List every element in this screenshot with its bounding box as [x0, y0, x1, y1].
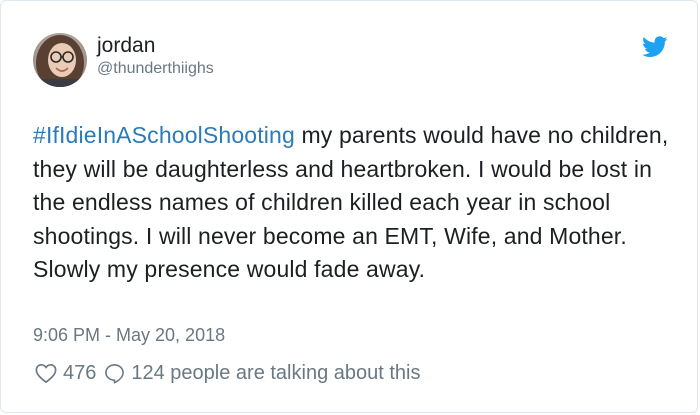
twitter-bird-icon[interactable]	[642, 36, 668, 58]
reply-button[interactable]: 124 people are talking about this	[104, 362, 420, 385]
display-name[interactable]: jordan	[97, 34, 155, 58]
tweet-text: #IfIdieInASchoolShooting my parents woul…	[33, 119, 673, 287]
avatar[interactable]	[33, 33, 87, 87]
tweet-card: jordan @thunderthiighs #IfIdieInASchoolS…	[0, 0, 698, 413]
like-count: 476	[63, 361, 97, 384]
user-handle[interactable]: @thunderthiighs	[97, 59, 214, 79]
avatar-image	[33, 33, 87, 87]
tweet-timestamp[interactable]: 9:06 PM - May 20, 2018	[33, 323, 225, 347]
tweet-actions: 476 124 people are talking about this	[35, 360, 420, 386]
heart-icon	[35, 363, 57, 383]
like-button[interactable]: 476	[35, 362, 104, 385]
hashtag-link[interactable]: #IfIdieInASchoolShooting	[33, 122, 295, 148]
speech-bubble-icon	[105, 363, 125, 383]
talking-about-label: 124 people are talking about this	[131, 361, 421, 384]
